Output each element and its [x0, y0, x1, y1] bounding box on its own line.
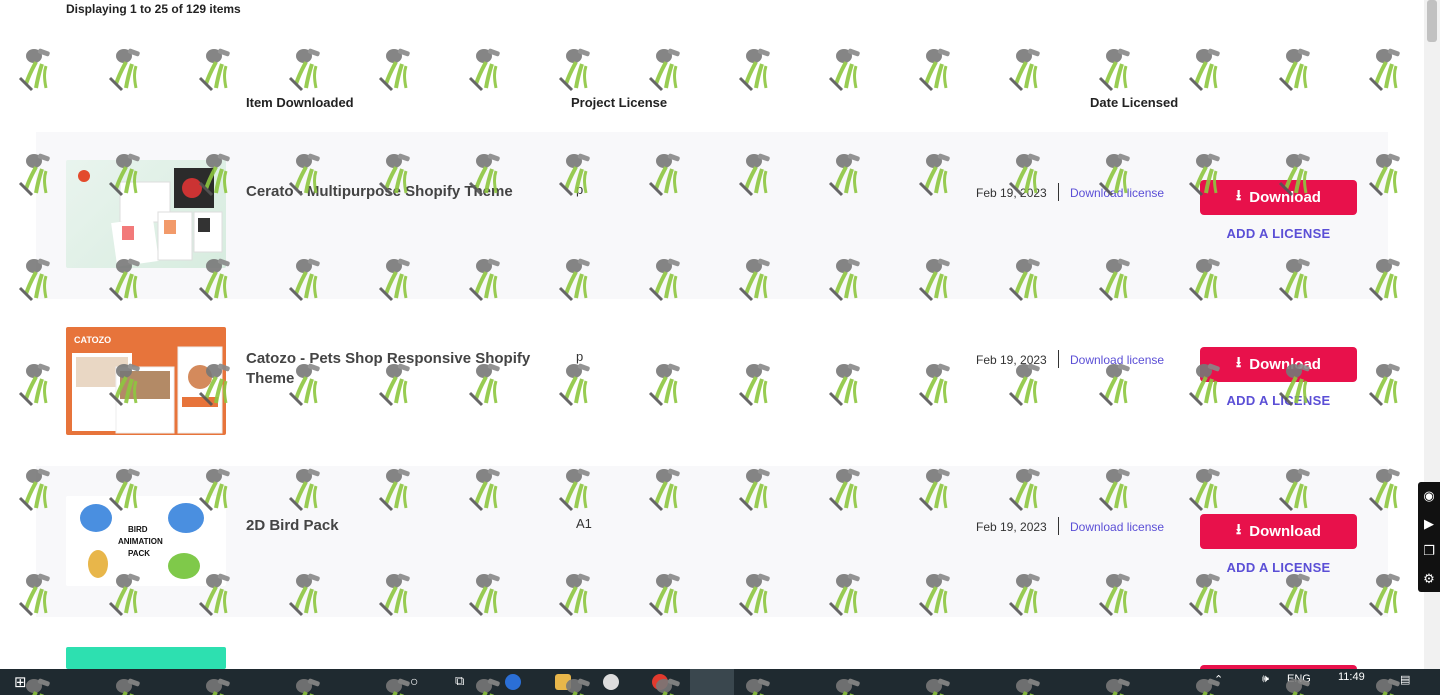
- download-icon: ⭳: [1236, 354, 1242, 371]
- item-title[interactable]: 2D Bird Pack: [246, 516, 546, 536]
- project-license: p: [576, 182, 584, 197]
- volume-icon[interactable]: 🕪: [1262, 673, 1269, 691]
- clock[interactable]: 11:49: [1338, 671, 1365, 689]
- table-row: CATOZO Catozo - Pets Shop Responsive Sho…: [36, 299, 1388, 466]
- table-row: BIRD ANIMATION PACK 2D Bird Pack A1 Feb …: [36, 466, 1388, 633]
- item-title[interactable]: Catozo - Pets Shop Responsive Shopify Th…: [246, 349, 546, 389]
- project-license: A1: [576, 516, 592, 531]
- results-summary: Displaying 1 to 25 of 129 items: [66, 2, 241, 16]
- start-icon[interactable]: ⊞: [14, 673, 27, 691]
- chrome-icon[interactable]: [652, 674, 668, 690]
- svg-text:ANIMATION: ANIMATION: [118, 537, 163, 546]
- project-license: p: [576, 349, 584, 364]
- camera-icon[interactable]: ◉: [1423, 489, 1434, 502]
- scrollbar-thumb[interactable]: [1427, 0, 1437, 42]
- download-button[interactable]: ⭳ Download: [1200, 514, 1357, 549]
- floating-toolbar: ◉ ▶ ❐ ⚙: [1418, 482, 1440, 592]
- date-licensed: Feb 19, 2023: [976, 520, 1047, 534]
- download-license-link[interactable]: Download license: [1070, 186, 1164, 200]
- table-row: [36, 617, 1388, 671]
- folder-icon[interactable]: [555, 674, 571, 690]
- date-licensed: Feb 19, 2023: [976, 353, 1047, 367]
- divider: [1058, 517, 1059, 535]
- thumbnail-logo: CATOZO: [74, 335, 111, 345]
- copy-icon[interactable]: ❐: [1423, 544, 1435, 557]
- add-license-link[interactable]: ADD A LICENSE: [1200, 560, 1357, 575]
- item-title[interactable]: Cerato - Multipurpose Shopify Theme: [246, 182, 546, 202]
- column-item: Item Downloaded: [246, 95, 354, 110]
- column-date: Date Licensed: [1090, 95, 1179, 110]
- active-app[interactable]: [690, 669, 734, 695]
- search-icon[interactable]: ○: [410, 673, 418, 691]
- divider: [1058, 183, 1059, 201]
- download-license-link[interactable]: Download license: [1070, 353, 1164, 367]
- item-thumbnail[interactable]: BIRD ANIMATION PACK: [66, 496, 226, 586]
- download-label: Download: [1249, 356, 1321, 373]
- table-row: Cerato - Multipurpose Shopify Theme p Fe…: [36, 132, 1388, 299]
- video-icon[interactable]: ▶: [1424, 517, 1434, 530]
- column-license: Project License: [571, 95, 668, 110]
- svg-text:PACK: PACK: [128, 549, 150, 558]
- download-label: Download: [1249, 523, 1321, 540]
- tray-chevron-icon[interactable]: ⌃: [1214, 673, 1223, 691]
- add-license-link[interactable]: ADD A LICENSE: [1200, 226, 1357, 241]
- date-licensed: Feb 19, 2023: [976, 186, 1047, 200]
- app-icon[interactable]: [603, 674, 619, 690]
- language-indicator[interactable]: ENG: [1287, 673, 1311, 691]
- gear-icon[interactable]: ⚙: [1423, 572, 1435, 585]
- svg-text:BIRD: BIRD: [128, 525, 148, 534]
- download-icon: ⭳: [1236, 521, 1242, 538]
- item-thumbnail[interactable]: CATOZO: [66, 327, 226, 435]
- table-header: Item Downloaded Project License Date Lic…: [36, 90, 1388, 120]
- app-icon[interactable]: [505, 674, 521, 690]
- add-license-link[interactable]: ADD A LICENSE: [1200, 393, 1357, 408]
- download-license-link[interactable]: Download license: [1070, 520, 1164, 534]
- item-thumbnail[interactable]: [66, 160, 226, 268]
- windows-taskbar: ⊞ ○ ⧉ ⌃ 🕪 ENG 11:49 ▤: [0, 669, 1440, 695]
- download-icon: ⭳: [1236, 187, 1242, 204]
- notification-icon[interactable]: ▤: [1400, 673, 1410, 691]
- download-button[interactable]: ⭳ Download: [1200, 180, 1357, 215]
- task-view-icon[interactable]: ⧉: [455, 673, 464, 691]
- divider: [1058, 350, 1059, 368]
- item-thumbnail[interactable]: [66, 647, 226, 669]
- download-label: Download: [1249, 189, 1321, 206]
- download-button[interactable]: ⭳ Download: [1200, 347, 1357, 382]
